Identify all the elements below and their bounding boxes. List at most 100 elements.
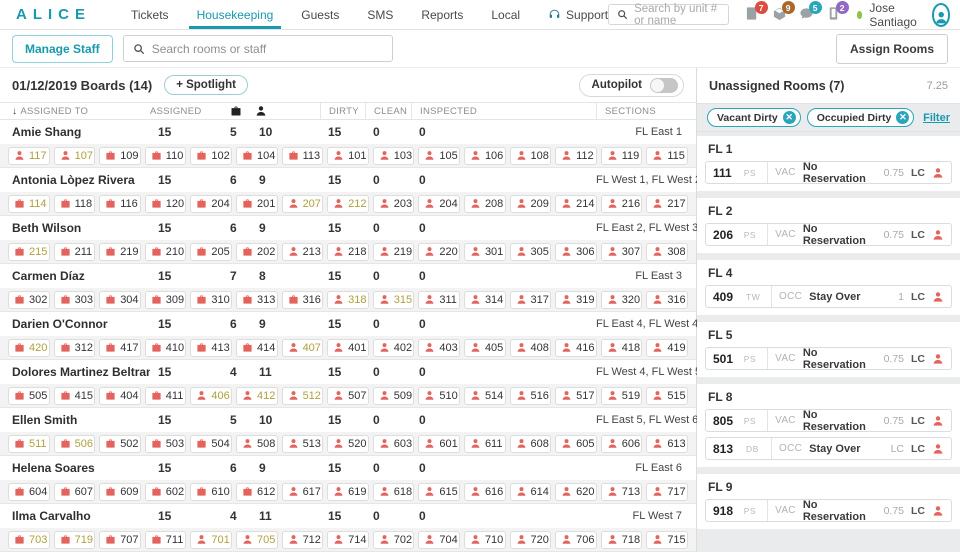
room-chip[interactable]: 507: [327, 387, 369, 405]
room-chip[interactable]: 116: [99, 195, 141, 213]
room-chip[interactable]: 415: [54, 387, 96, 405]
room-chip[interactable]: 607: [54, 483, 96, 501]
room-chip[interactable]: 307: [601, 243, 643, 261]
room-chip[interactable]: 719: [54, 531, 96, 549]
room-chip[interactable]: 106: [464, 147, 506, 165]
staff-name[interactable]: Ellen Smith: [0, 413, 150, 427]
room-chip[interactable]: 512: [282, 387, 324, 405]
room-chip[interactable]: 502: [99, 435, 141, 453]
unassigned-room-row[interactable]: 813DBOCCStay OverLCLC: [705, 437, 952, 460]
room-chip[interactable]: 314: [464, 291, 506, 309]
room-chip[interactable]: 514: [464, 387, 506, 405]
room-chip[interactable]: 408: [510, 339, 552, 357]
room-chip[interactable]: 407: [282, 339, 324, 357]
room-chip[interactable]: 312: [54, 339, 96, 357]
room-chip[interactable]: 702: [373, 531, 415, 549]
room-chip[interactable]: 210: [145, 243, 187, 261]
room-chip[interactable]: 720: [510, 531, 552, 549]
tickets-icon[interactable]: 7: [745, 6, 762, 23]
room-chip[interactable]: 306: [555, 243, 597, 261]
room-chip[interactable]: 112: [555, 147, 597, 165]
col-assigned-to[interactable]: ↓ASSIGNED TO: [0, 103, 150, 119]
room-chip[interactable]: 701: [190, 531, 232, 549]
room-chip[interactable]: 602: [145, 483, 187, 501]
room-chip[interactable]: 517: [555, 387, 597, 405]
room-chip[interactable]: 108: [510, 147, 552, 165]
room-chip[interactable]: 316: [646, 291, 688, 309]
room-chip[interactable]: 309: [145, 291, 187, 309]
room-chip[interactable]: 505: [8, 387, 50, 405]
room-chip[interactable]: 308: [646, 243, 688, 261]
room-chip[interactable]: 109: [99, 147, 141, 165]
room-chip[interactable]: 405: [464, 339, 506, 357]
room-chip[interactable]: 401: [327, 339, 369, 357]
close-icon[interactable]: ✕: [783, 111, 796, 124]
filter-chip[interactable]: Vacant Dirty✕: [707, 108, 801, 127]
packages-icon[interactable]: 9: [772, 6, 789, 23]
room-chip[interactable]: 115: [646, 147, 688, 165]
staff-name[interactable]: Antonia Lòpez Rivera: [0, 173, 150, 187]
room-chip[interactable]: 510: [418, 387, 460, 405]
col-sections[interactable]: SECTIONS: [596, 103, 696, 119]
assign-person-icon[interactable]: [932, 443, 944, 455]
room-chip[interactable]: 520: [327, 435, 369, 453]
room-chip[interactable]: 205: [190, 243, 232, 261]
staff-name[interactable]: Beth Wilson: [0, 221, 150, 235]
assign-rooms-button[interactable]: Assign Rooms: [836, 34, 948, 64]
room-chip[interactable]: 211: [54, 243, 96, 261]
room-chip[interactable]: 118: [54, 195, 96, 213]
room-chip[interactable]: 201: [236, 195, 278, 213]
room-chip[interactable]: 316: [282, 291, 324, 309]
room-chip[interactable]: 104: [236, 147, 278, 165]
room-chip[interactable]: 218: [327, 243, 369, 261]
room-chip[interactable]: 711: [145, 531, 187, 549]
room-chip[interactable]: 616: [464, 483, 506, 501]
room-chip[interactable]: 301: [464, 243, 506, 261]
room-chip[interactable]: 403: [418, 339, 460, 357]
rooms-staff-search-input[interactable]: Search rooms or staff: [123, 35, 393, 62]
room-chip[interactable]: 611: [464, 435, 506, 453]
room-chip[interactable]: 214: [555, 195, 597, 213]
room-chip[interactable]: 618: [373, 483, 415, 501]
room-chip[interactable]: 303: [54, 291, 96, 309]
room-chip[interactable]: 102: [190, 147, 232, 165]
room-chip[interactable]: 208: [464, 195, 506, 213]
unassigned-room-row[interactable]: 501PSVACNo Reservation0.75LC: [705, 347, 952, 370]
room-chip[interactable]: 404: [99, 387, 141, 405]
filter-chip[interactable]: Occupied Dirty✕: [807, 108, 915, 127]
room-chip[interactable]: 511: [8, 435, 50, 453]
filter-link[interactable]: Filter: [923, 112, 950, 124]
nav-tab-guests[interactable]: Guests: [287, 0, 353, 29]
room-chip[interactable]: 609: [99, 483, 141, 501]
room-chip[interactable]: 614: [510, 483, 552, 501]
room-chip[interactable]: 717: [646, 483, 688, 501]
room-chip[interactable]: 101: [327, 147, 369, 165]
room-chip[interactable]: 509: [373, 387, 415, 405]
room-chip[interactable]: 117: [8, 147, 50, 165]
toggle-off[interactable]: [650, 78, 678, 93]
room-chip[interactable]: 612: [236, 483, 278, 501]
room-chip[interactable]: 213: [282, 243, 324, 261]
room-chip[interactable]: 710: [464, 531, 506, 549]
room-chip[interactable]: 619: [327, 483, 369, 501]
room-chip[interactable]: 605: [555, 435, 597, 453]
room-chip[interactable]: 207: [282, 195, 324, 213]
room-chip[interactable]: 610: [190, 483, 232, 501]
room-chip[interactable]: 613: [646, 435, 688, 453]
room-chip[interactable]: 215: [8, 243, 50, 261]
room-chip[interactable]: 718: [601, 531, 643, 549]
manage-staff-button[interactable]: Manage Staff: [12, 35, 113, 63]
room-chip[interactable]: 417: [99, 339, 141, 357]
staff-name[interactable]: Carmen Díaz: [0, 269, 150, 283]
room-chip[interactable]: 603: [373, 435, 415, 453]
assign-person-icon[interactable]: [932, 291, 944, 303]
room-chip[interactable]: 705: [236, 531, 278, 549]
assign-person-icon[interactable]: [932, 505, 944, 517]
assign-person-icon[interactable]: [932, 229, 944, 241]
room-chip[interactable]: 704: [418, 531, 460, 549]
assign-person-icon[interactable]: [932, 167, 944, 179]
room-chip[interactable]: 119: [601, 147, 643, 165]
nav-tab-local[interactable]: Local: [477, 0, 534, 29]
room-chip[interactable]: 212: [327, 195, 369, 213]
room-chip[interactable]: 411: [145, 387, 187, 405]
